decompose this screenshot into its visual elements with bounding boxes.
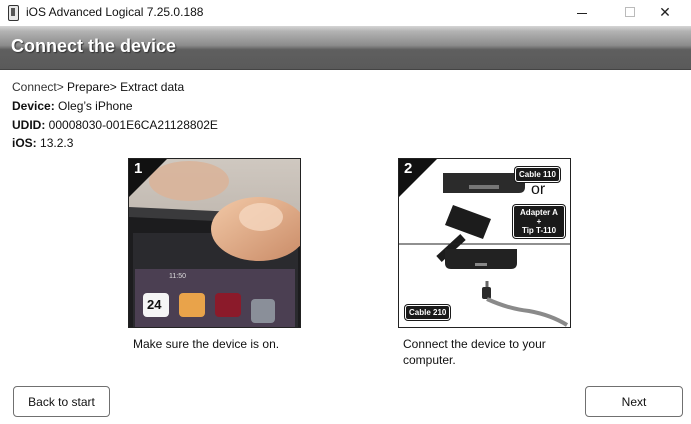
breadcrumb-step-prepare: Prepare> xyxy=(67,80,117,94)
device-label: Device: xyxy=(12,99,55,113)
step-1-illustration: 24 11:50 1 xyxy=(128,158,301,328)
step-2-caption: Connect the device to your computer. xyxy=(403,337,546,367)
adapter-label-line3: Tip T-110 xyxy=(521,226,557,235)
close-icon: ✕ xyxy=(659,3,671,20)
cable-110-label: Cable 110 xyxy=(515,167,560,182)
adapter-label-line1: Adapter A xyxy=(520,208,558,217)
title-bar: iOS Advanced Logical 7.25.0.188 ✕ xyxy=(0,0,691,26)
ios-info-row: iOS: 13.2.3 xyxy=(12,136,73,150)
breadcrumb: Connect> Prepare> Extract data xyxy=(12,80,184,94)
step-2-illustration: Cable 110 or Adapter A + Tip T-110 Cable… xyxy=(398,158,571,328)
ios-label: iOS: xyxy=(12,136,37,150)
breadcrumb-step-connect: Connect> xyxy=(12,80,64,94)
window-title: iOS Advanced Logical 7.25.0.188 xyxy=(26,5,204,19)
udid-label: UDID: xyxy=(12,118,46,132)
breadcrumb-step-extract: Extract data xyxy=(120,80,185,94)
step-1-caption: Make sure the device is on. xyxy=(133,337,280,351)
adapter-label: Adapter A + Tip T-110 xyxy=(513,205,565,238)
header-band: Connect the device xyxy=(0,26,691,70)
step-1-number: 1 xyxy=(134,160,143,177)
back-to-start-button[interactable]: Back to start xyxy=(13,386,110,417)
device-value: Oleg’s iPhone xyxy=(58,99,133,113)
maximize-icon xyxy=(625,7,635,17)
or-label: or xyxy=(531,181,546,198)
step-2-number: 2 xyxy=(404,160,413,177)
udid-info-row: UDID: 00008030-001E6CA21128802E xyxy=(12,118,218,132)
minimize-icon xyxy=(577,12,587,14)
device-info-row: Device: Oleg’s iPhone xyxy=(12,99,133,113)
phone-app-icon xyxy=(8,5,19,21)
udid-value: 00008030-001E6CA21128802E xyxy=(48,118,218,132)
status-clock: 11:50 xyxy=(169,273,186,280)
calendar-date-number: 24 xyxy=(147,297,162,312)
next-button[interactable]: Next xyxy=(585,386,683,417)
cable-210-label: Cable 210 xyxy=(405,305,451,320)
close-button[interactable]: ✕ xyxy=(643,0,687,24)
page-title: Connect the device xyxy=(11,36,177,56)
adapter-label-line2: + xyxy=(536,217,542,226)
ios-value: 13.2.3 xyxy=(40,136,74,150)
minimize-button[interactable] xyxy=(560,0,604,24)
